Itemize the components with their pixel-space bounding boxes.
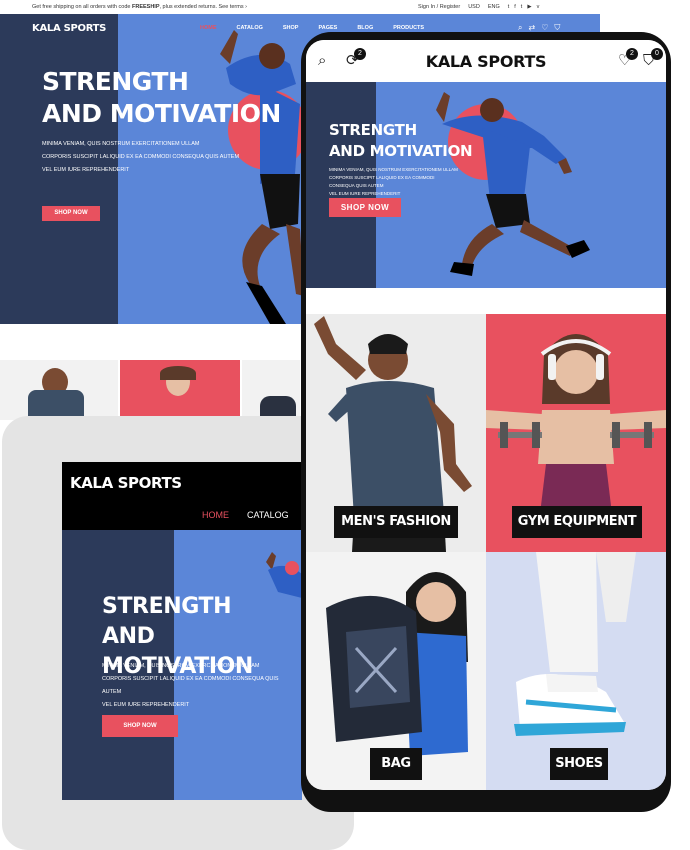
tablet-hero-subtext: MINIMA VENIAM, QUIS NOSTRUM EXERCITATION… — [102, 663, 279, 708]
phone-shop-now-button[interactable]: SHOP NOW — [329, 198, 401, 217]
vimeo-icon[interactable]: v — [537, 4, 540, 10]
cart-count-badge: 0 — [651, 48, 663, 60]
category-tile-shoes[interactable]: SHOES — [486, 552, 666, 790]
category-tile-mens-fashion[interactable]: MEN'S FASHION — [306, 314, 486, 552]
nav-blog[interactable]: BLOG — [357, 25, 373, 31]
twitter-icon[interactable]: t — [508, 4, 510, 10]
phone-logo[interactable]: KALA SPORTS — [306, 52, 666, 71]
desktop-hero-subtext: MINIMA VENIAM, QUIS NOSTRUM EXERCITATION… — [42, 141, 240, 173]
tablet-screen: KALA SPORTS HOME CATALOG STRENGTH AND MO… — [62, 462, 302, 800]
tablet-nav-home[interactable]: HOME — [202, 510, 229, 520]
phone-section-gap — [306, 288, 666, 314]
desktop-shop-now-button[interactable]: SHOP NOW — [42, 206, 100, 221]
tumblr-icon[interactable]: t — [521, 4, 523, 10]
desktop-headline: STRENGTH AND MOTIVATION — [42, 67, 281, 128]
phone-hero: STRENGTH AND MOTIVATION MINIMA VENIAM, Q… — [306, 82, 666, 288]
category-label-gym-equipment: GYM EQUIPMENT — [512, 506, 642, 538]
category-label-shoes: SHOES — [550, 748, 608, 780]
phone-headline: STRENGTH AND MOTIVATION — [329, 121, 473, 160]
category-tile-gym-equipment[interactable]: GYM EQUIPMENT — [486, 314, 666, 552]
desktop-logo[interactable]: KALA SPORTS — [32, 23, 106, 34]
phone-screen: ⌕ ⟳ 2 KALA SPORTS ♡ 2 ⛉ 0 STRENGTH AND M… — [306, 40, 666, 790]
nav-home[interactable]: HOME — [200, 25, 217, 31]
showcase-stage: Get free shipping on all orders with cod… — [0, 0, 690, 850]
category-label-bag: BAG — [370, 748, 422, 780]
signin-register-link[interactable]: Sign In / Register — [418, 4, 460, 10]
desktop-category-tiles — [0, 360, 300, 420]
facebook-icon[interactable]: f — [514, 4, 516, 10]
nav-pages[interactable]: PAGES — [318, 25, 337, 31]
tablet-logo[interactable]: KALA SPORTS — [70, 474, 182, 492]
desktop-tile-mens[interactable] — [0, 360, 118, 420]
currency-select[interactable]: USD — [468, 4, 480, 10]
desktop-topbar-right: Sign In / Register USD ENG t f t ▶ v — [418, 4, 539, 10]
tablet-shop-now-button[interactable]: SHOP NOW — [102, 715, 178, 737]
desktop-nav: HOME CATALOG SHOP PAGES BLOG PRODUCTS — [200, 25, 424, 31]
tablet-nav-catalog[interactable]: CATALOG — [247, 510, 289, 520]
tablet-nav: HOME CATALOG — [202, 510, 289, 520]
desktop-tile-gym[interactable] — [120, 360, 240, 420]
promo-code: FREESHIP — [131, 4, 160, 10]
tablet-header: KALA SPORTS HOME CATALOG — [62, 462, 302, 530]
youtube-icon[interactable]: ▶ — [527, 4, 531, 10]
wishlist-count-badge: 2 — [626, 48, 638, 60]
nav-products[interactable]: PRODUCTS — [393, 25, 424, 31]
desktop-tile-bag[interactable] — [242, 360, 300, 420]
phone-hero-subtext: MINIMA VENIAM, QUIS NOSTRUM EXERCITATION… — [329, 167, 458, 196]
category-label-mens-fashion: MEN'S FASHION — [334, 506, 458, 538]
social-links: t f t ▶ v — [508, 4, 540, 10]
phone-header: ⌕ ⟳ 2 KALA SPORTS ♡ 2 ⛉ 0 — [306, 40, 666, 82]
category-tile-bag[interactable]: BAG — [306, 552, 486, 790]
promo-text: Get free shipping on all orders with cod… — [32, 4, 247, 10]
nav-catalog[interactable]: CATALOG — [237, 25, 263, 31]
language-select[interactable]: ENG — [488, 4, 500, 10]
nav-shop[interactable]: SHOP — [283, 25, 299, 31]
desktop-topbar: Get free shipping on all orders with cod… — [0, 0, 600, 14]
